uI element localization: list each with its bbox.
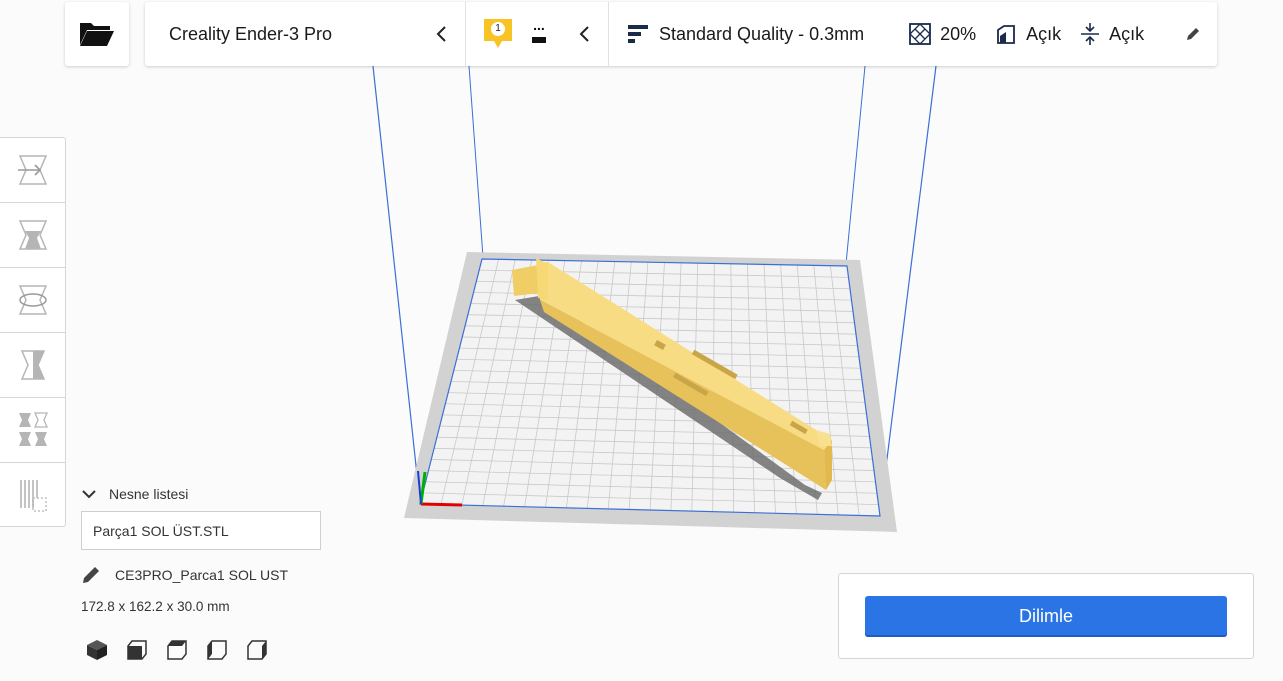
chevron-down-icon xyxy=(82,490,96,499)
infill-value: 20% xyxy=(940,23,977,44)
tool-panel xyxy=(0,137,66,527)
rotate-tool-button[interactable] xyxy=(0,268,65,333)
job-name-row[interactable]: CE3PRO_Parca1 SOL UST xyxy=(81,565,288,585)
object-list: Nesne listesi Parça1 SOL ÜST.STL xyxy=(81,486,321,550)
per-model-settings-icon xyxy=(18,412,48,446)
scale-tool-button[interactable] xyxy=(0,203,65,268)
scale-tool-icon xyxy=(18,220,47,250)
adhesion-icon xyxy=(1081,23,1100,45)
pencil-icon xyxy=(1187,28,1199,40)
adhesion-setting: Açık xyxy=(1079,22,1144,46)
chevron-left-icon xyxy=(579,26,589,42)
chevron-left-icon xyxy=(436,26,446,42)
3d-view-button[interactable] xyxy=(85,638,109,662)
support-setting: Açık xyxy=(994,22,1061,46)
move-tool-button[interactable] xyxy=(0,138,65,203)
right-view-button[interactable] xyxy=(245,638,269,662)
front-view-button[interactable] xyxy=(125,638,149,662)
left-view-icon xyxy=(207,640,227,660)
view-buttons xyxy=(85,638,285,662)
object-list-header: Nesne listesi xyxy=(109,486,189,502)
mirror-tool-button[interactable] xyxy=(0,333,65,398)
adhesion-value: Açık xyxy=(1109,23,1145,44)
model-dimensions: 172.8 x 162.2 x 30.0 mm xyxy=(81,599,230,614)
extruder-number: 1 xyxy=(491,22,505,36)
mirror-tool-icon xyxy=(20,350,45,380)
material-name: ... xyxy=(533,17,545,33)
front-view-icon xyxy=(127,640,147,660)
support-blocker-button[interactable] xyxy=(0,463,65,528)
extruder-badge-icon: 1 xyxy=(482,17,514,51)
top-view-button[interactable] xyxy=(165,638,189,662)
folder-open-icon xyxy=(80,23,114,46)
infill-icon xyxy=(909,23,932,45)
printer-selector[interactable]: Creality Ender-3 Pro xyxy=(145,2,465,66)
support-icon xyxy=(997,25,1016,44)
support-value: Açık xyxy=(1026,23,1062,44)
job-name: CE3PRO_Parca1 SOL UST xyxy=(115,567,288,583)
move-tool-icon xyxy=(17,155,47,185)
per-model-settings-button[interactable] xyxy=(0,398,65,463)
slice-button[interactable]: Dilimle xyxy=(865,596,1227,637)
top-view-icon xyxy=(167,640,187,660)
left-view-button[interactable] xyxy=(205,638,229,662)
support-blocker-icon xyxy=(19,479,47,512)
3d-view-icon xyxy=(87,640,107,660)
material-selector[interactable]: 1 ... xyxy=(466,2,608,66)
right-view-icon xyxy=(247,640,267,660)
open-file-button[interactable] xyxy=(65,2,129,66)
object-list-item[interactable]: Parça1 SOL ÜST.STL xyxy=(81,511,321,550)
infill-setting: 20% xyxy=(908,22,976,46)
slice-panel: Dilimle xyxy=(838,573,1254,659)
quality-profile-icon xyxy=(628,25,648,43)
quality-profile: Standard Quality - 0.3mm xyxy=(659,23,865,44)
object-list-toggle[interactable]: Nesne listesi xyxy=(81,486,188,502)
pencil-icon xyxy=(83,567,99,583)
printer-name: Creality Ender-3 Pro xyxy=(169,23,333,44)
rotate-tool-icon xyxy=(18,285,47,315)
material-color-swatch xyxy=(532,37,546,43)
print-settings-selector[interactable]: Standard Quality - 0.3mm 20% Açık Açık xyxy=(609,2,1217,66)
print-setup-bar: Creality Ender-3 Pro 1 ... Standard Qual… xyxy=(145,2,1217,66)
